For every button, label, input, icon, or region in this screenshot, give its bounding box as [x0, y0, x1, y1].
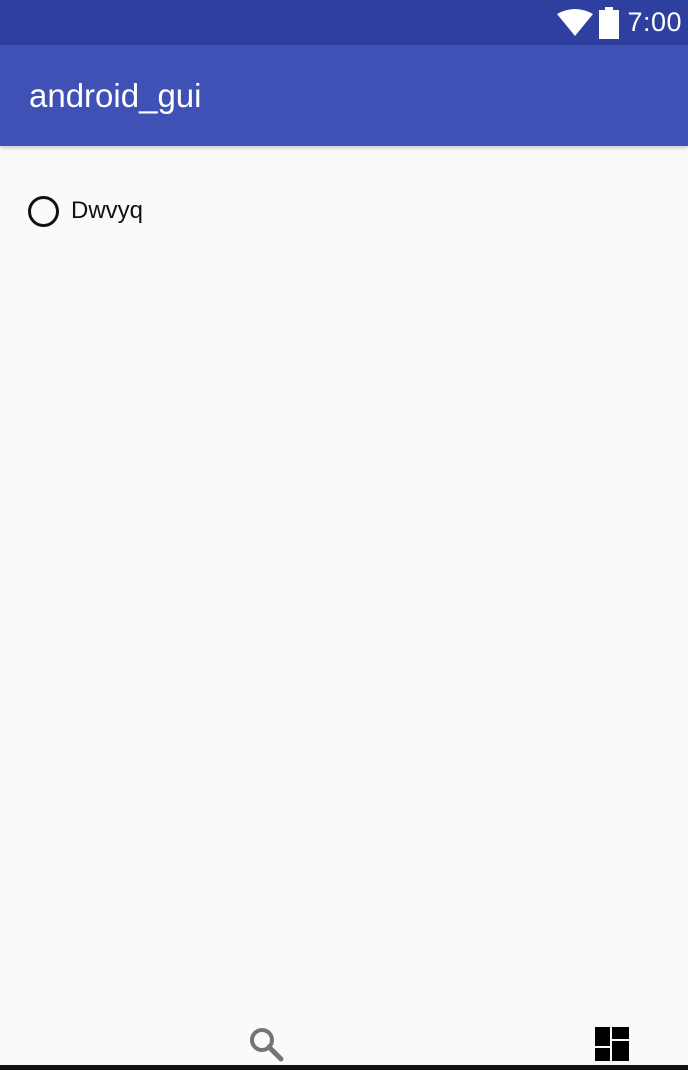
radio-label: Dwvyq [71, 197, 144, 224]
status-icons: 7:00 [557, 0, 682, 45]
wifi-icon [557, 8, 594, 36]
content-area: Dwvyq [0, 146, 688, 1036]
status-time: 7:00 [627, 7, 682, 37]
app-title: android_gui [29, 77, 202, 114]
battery-icon [599, 6, 620, 39]
dashboard-icon[interactable] [595, 1027, 629, 1061]
status-bar: 7:00 [0, 0, 688, 45]
search-icon[interactable] [248, 1026, 284, 1062]
radio-button-unchecked[interactable] [28, 195, 59, 227]
radio-option-dwvyq[interactable]: Dwvyq [28, 192, 143, 230]
app-bar: android_gui [0, 45, 688, 146]
screen: 7:00 android_gui Dwvyq [0, 0, 688, 1070]
bottom-edge [0, 1065, 688, 1070]
bottom-bar [0, 1015, 688, 1065]
